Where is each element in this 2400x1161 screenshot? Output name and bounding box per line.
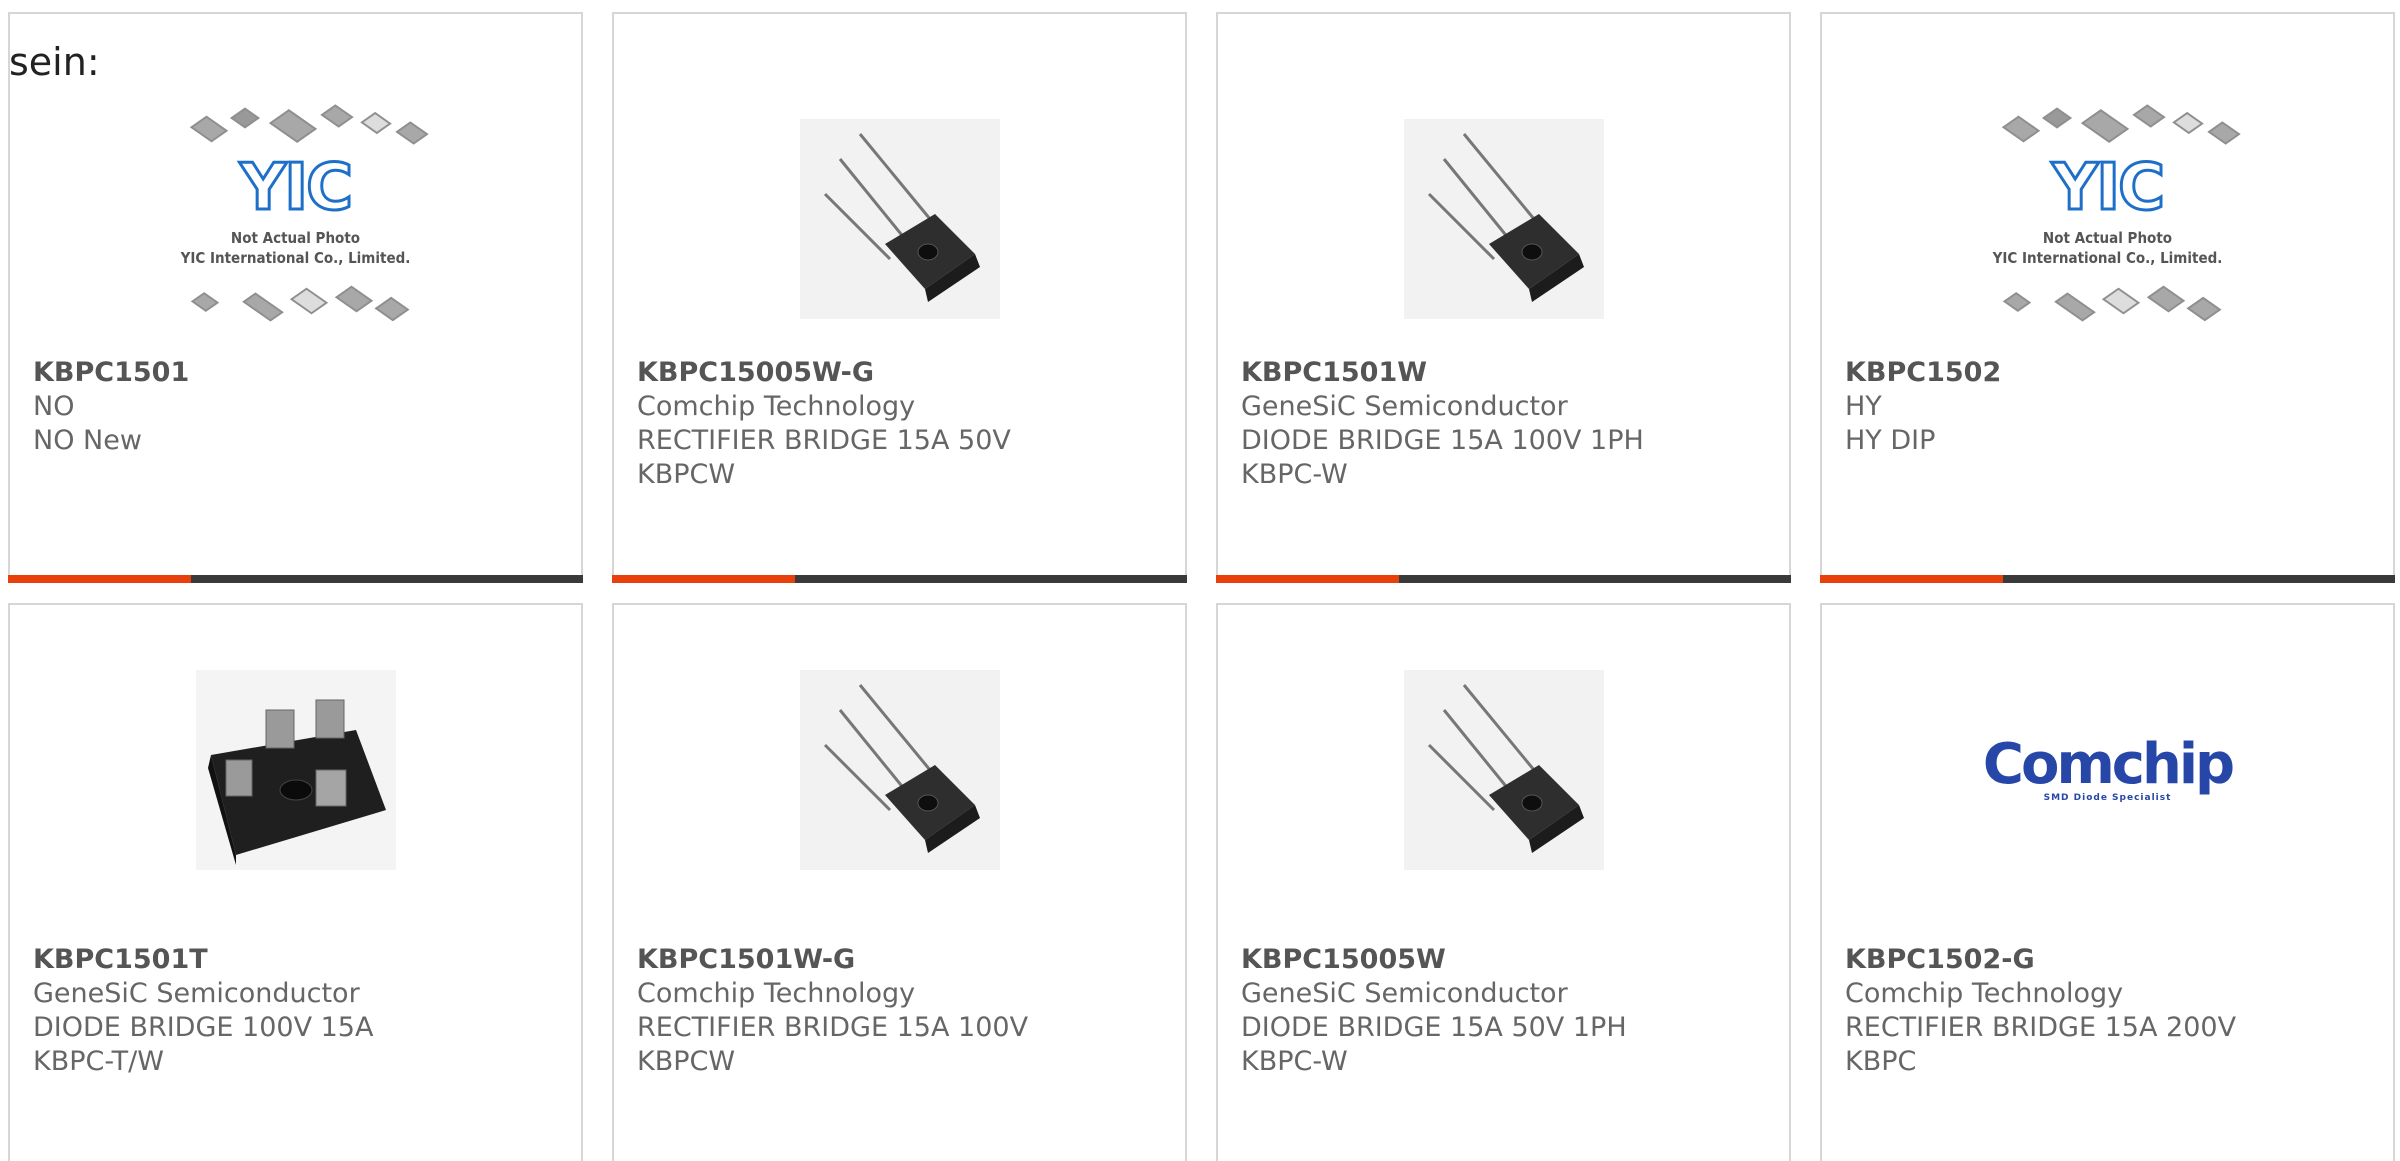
yic-caption-2: YIC International Co., Limited. (1992, 249, 2223, 267)
yic-logo: YIC (2050, 150, 2166, 227)
bridge-rectifier-image (1403, 670, 1604, 870)
card-bottom-bar (1216, 575, 1791, 583)
product-card[interactable]: KBPC1501W GeneSiC Semiconductor DIODE BR… (1216, 12, 1791, 583)
card-bottom-bar (8, 575, 583, 583)
product-image: Comchip SMD Diode Specialist (1983, 665, 2235, 875)
manufacturer: Comchip Technology (637, 978, 916, 1009)
lead-text: sein: (9, 40, 100, 84)
product-card[interactable]: KBPC15005W-G Comchip Technology RECTIFIE… (612, 12, 1187, 583)
product-image (770, 84, 1030, 354)
description: DIODE BRIDGE 15A 100V 1PH KBPC-W (1241, 425, 1644, 490)
manufacturer: GeneSiC Semiconductor (1241, 391, 1568, 422)
product-image (795, 665, 1005, 875)
description: RECTIFIER BRIDGE 15A 100V KBPCW (637, 1012, 1029, 1077)
part-number[interactable]: KBPC1502 (1845, 356, 2353, 390)
part-number[interactable]: KBPC1502-G (1845, 943, 2353, 977)
bridge-rectifier-image (799, 670, 1000, 870)
yic-caption-1: Not Actual Photo (230, 229, 361, 247)
yic-logo: YIC (238, 150, 354, 227)
product-info: KBPC1501 NO NO New (33, 356, 541, 458)
product-card[interactable]: YIC Not Actual Photo YIC International C… (1820, 12, 2395, 583)
product-grid-page: sein: YIC Not Actual Photo YIC Internati… (0, 0, 2400, 1161)
part-number[interactable]: KBPC1501T (33, 943, 541, 977)
yic-caption-1: Not Actual Photo (2042, 229, 2173, 247)
bridge-rectifier-image (799, 119, 1000, 319)
card-accent (612, 575, 795, 583)
manufacturer: NO (33, 391, 75, 422)
bridge-rectifier-image (1403, 119, 1604, 319)
product-card[interactable]: KBPC1501W-G Comchip Technology RECTIFIER… (612, 603, 1187, 1161)
manufacturer: Comchip Technology (637, 391, 916, 422)
product-info: KBPC1502-G Comchip Technology RECTIFIER … (1845, 943, 2353, 1079)
card-accent (1216, 575, 1399, 583)
part-number[interactable]: KBPC15005W-G (637, 356, 1145, 390)
bridge-rectifier-terminal-image (195, 670, 396, 870)
part-number[interactable]: KBPC1501W (1241, 356, 1749, 390)
product-info: KBPC1501W GeneSiC Semiconductor DIODE BR… (1241, 356, 1749, 492)
product-grid: YIC Not Actual Photo YIC International C… (0, 0, 2400, 1161)
part-number[interactable]: KBPC15005W (1241, 943, 1749, 977)
description: DIODE BRIDGE 100V 15A KBPC-T/W (33, 1012, 374, 1077)
yic-placeholder-image: YIC Not Actual Photo YIC International C… (1978, 99, 2241, 339)
card-bottom-bar (612, 575, 1187, 583)
card-accent (8, 575, 191, 583)
part-number[interactable]: KBPC1501 (33, 356, 541, 390)
comchip-logo-word: Comchip (1982, 732, 2235, 797)
comchip-logo: Comchip SMD Diode Specialist (1982, 732, 2235, 804)
product-image (191, 665, 401, 875)
yic-caption-2: YIC International Co., Limited. (180, 249, 411, 267)
card-accent (1820, 575, 2003, 583)
description: RECTIFIER BRIDGE 15A 200V KBPC (1845, 1012, 2237, 1077)
card-bottom-bar (1820, 575, 2395, 583)
product-image (1399, 665, 1609, 875)
manufacturer: GeneSiC Semiconductor (1241, 978, 1568, 1009)
product-card[interactable]: KBPC1501T GeneSiC Semiconductor DIODE BR… (8, 603, 583, 1161)
product-info: KBPC15005W-G Comchip Technology RECTIFIE… (637, 356, 1145, 492)
manufacturer: HY (1845, 391, 1882, 422)
description: NO New (33, 425, 142, 456)
product-info: KBPC15005W GeneSiC Semiconductor DIODE B… (1241, 943, 1749, 1079)
description: RECTIFIER BRIDGE 15A 50V KBPCW (637, 425, 1011, 490)
product-info: KBPC1502 HY HY DIP (1845, 356, 2353, 458)
product-image: YIC Not Actual Photo YIC International C… (166, 84, 429, 354)
manufacturer: GeneSiC Semiconductor (33, 978, 360, 1009)
product-card[interactable]: YIC Not Actual Photo YIC International C… (8, 12, 583, 583)
product-card[interactable]: Comchip SMD Diode Specialist KBPC1502-G … (1820, 603, 2395, 1161)
description: DIODE BRIDGE 15A 50V 1PH KBPC-W (1241, 1012, 1627, 1077)
manufacturer: Comchip Technology (1845, 978, 2124, 1009)
description: HY DIP (1845, 425, 1936, 456)
product-image: YIC Not Actual Photo YIC International C… (1978, 84, 2241, 354)
product-card[interactable]: KBPC15005W GeneSiC Semiconductor DIODE B… (1216, 603, 1791, 1161)
part-number[interactable]: KBPC1501W-G (637, 943, 1145, 977)
product-info: KBPC1501T GeneSiC Semiconductor DIODE BR… (33, 943, 541, 1079)
product-info: KBPC1501W-G Comchip Technology RECTIFIER… (637, 943, 1145, 1079)
yic-placeholder-image: YIC Not Actual Photo YIC International C… (166, 99, 429, 339)
product-image (1374, 84, 1634, 354)
